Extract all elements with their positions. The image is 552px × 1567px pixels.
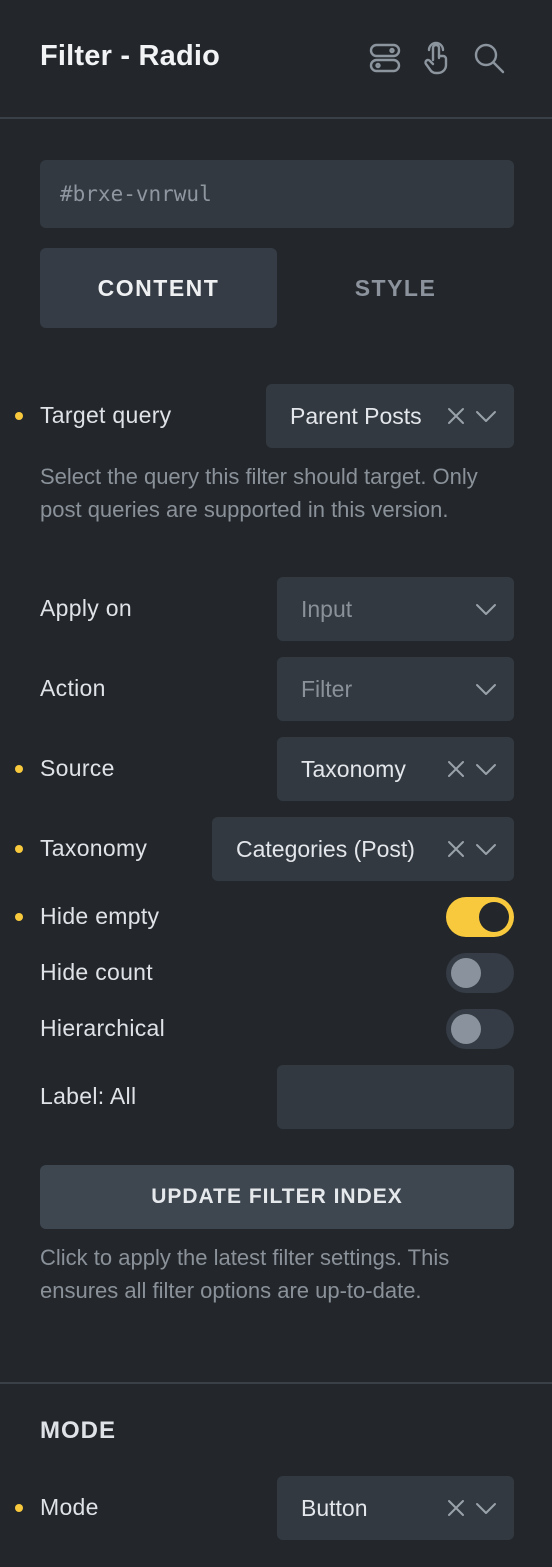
source-value: Taxonomy	[301, 755, 406, 782]
hide-count-toggle[interactable]	[446, 953, 514, 993]
clear-icon[interactable]	[444, 1496, 468, 1520]
chevron-down-icon	[476, 411, 496, 422]
target-query-select[interactable]: Parent Posts	[266, 384, 514, 448]
mode-label: Mode	[40, 1494, 99, 1520]
mode-section-title[interactable]: MODE	[40, 1417, 116, 1445]
chevron-down-icon	[476, 844, 496, 855]
taxonomy-value: Categories (Post)	[236, 835, 415, 862]
target-query-description: Select the query this filter should targ…	[40, 464, 478, 522]
pointer-icon[interactable]	[418, 38, 456, 78]
target-query-value: Parent Posts	[290, 402, 422, 429]
apply-on-label: Apply on	[40, 595, 132, 621]
taxonomy-select[interactable]: Categories (Post)	[212, 817, 514, 881]
toggle-knob	[451, 958, 481, 988]
modified-indicator	[15, 765, 23, 773]
chevron-down-icon	[476, 604, 496, 615]
clear-icon[interactable]	[444, 404, 468, 428]
toggle-knob	[451, 1014, 481, 1044]
tab-content[interactable]: CONTENT	[40, 248, 277, 328]
action-label: Action	[40, 675, 106, 701]
hierarchical-label: Hierarchical	[40, 1015, 166, 1041]
modified-indicator	[15, 1504, 23, 1512]
modified-indicator	[15, 913, 23, 921]
element-id-input[interactable]	[40, 160, 514, 228]
toggle-switch-icon[interactable]	[366, 38, 404, 78]
panel-title: Filter - Radio	[40, 40, 221, 72]
modified-indicator	[15, 845, 23, 853]
apply-on-select[interactable]: Input	[277, 577, 514, 641]
search-icon[interactable]	[470, 38, 508, 78]
clear-icon[interactable]	[444, 837, 468, 861]
tab-style[interactable]: STYLE	[277, 248, 514, 328]
hide-empty-toggle[interactable]	[446, 897, 514, 937]
hide-empty-label: Hide empty	[40, 903, 160, 929]
mode-select[interactable]: Button	[277, 1476, 514, 1540]
hide-count-label: Hide count	[40, 959, 153, 985]
element-panel: Filter - Radio CONTENT STYLE	[0, 0, 552, 1567]
toggle-knob	[479, 902, 509, 932]
action-select[interactable]: Filter	[277, 657, 514, 721]
hierarchical-toggle[interactable]	[446, 1009, 514, 1049]
taxonomy-label: Taxonomy	[40, 835, 148, 861]
clear-icon[interactable]	[444, 757, 468, 781]
panel-header: Filter - Radio	[0, 0, 552, 119]
target-query-label: Target query	[40, 402, 172, 428]
update-filter-description: Click to apply the latest filter setting…	[40, 1245, 450, 1303]
modified-indicator	[15, 412, 23, 420]
action-placeholder: Filter	[301, 675, 353, 702]
chevron-down-icon	[476, 764, 496, 775]
source-label: Source	[40, 755, 115, 781]
section-divider	[0, 1382, 552, 1384]
chevron-down-icon	[476, 684, 496, 695]
mode-value: Button	[301, 1494, 368, 1521]
label-all-input[interactable]	[277, 1065, 514, 1129]
label-all-label: Label: All	[40, 1083, 137, 1109]
source-select[interactable]: Taxonomy	[277, 737, 514, 801]
update-filter-index-button[interactable]: UPDATE FILTER INDEX	[40, 1165, 514, 1229]
chevron-down-icon	[476, 1503, 496, 1514]
apply-on-placeholder: Input	[301, 595, 353, 622]
